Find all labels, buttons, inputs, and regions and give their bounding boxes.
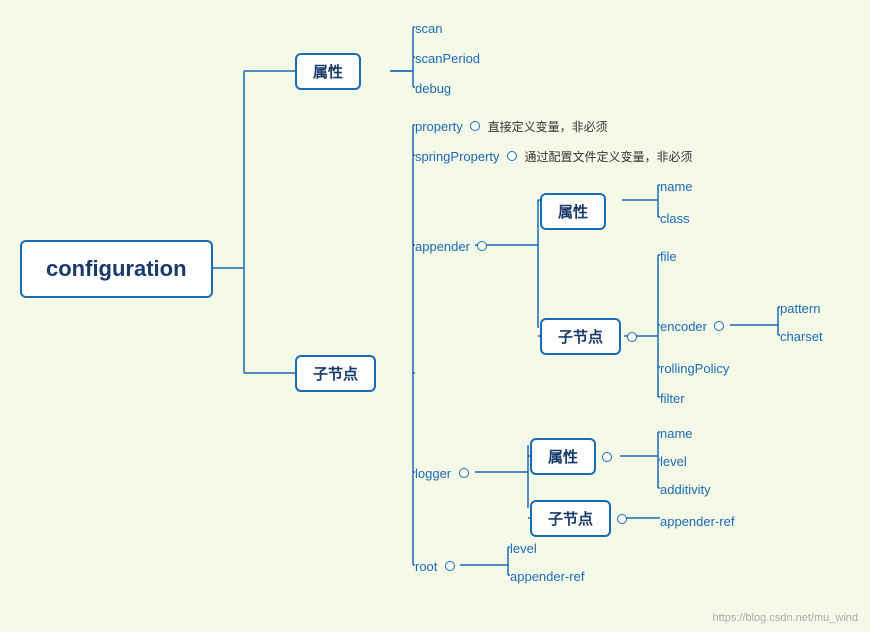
appender-name-node: name xyxy=(660,178,693,196)
scanperiod-node: scanPeriod xyxy=(415,50,480,68)
property-node: property 直接定义变量，非必须 xyxy=(415,118,608,136)
encoder-label: encoder xyxy=(660,319,707,334)
debug-label: debug xyxy=(415,81,451,96)
scan-label: scan xyxy=(415,21,442,36)
attributes-label: 属性 xyxy=(295,53,361,90)
logger-label: logger xyxy=(415,466,451,481)
charset-node: charset xyxy=(780,328,823,346)
watermark: https://blog.csdn.net/mu_wind xyxy=(712,612,858,624)
filter-node: filter xyxy=(660,390,685,408)
logger-additivity-node: additivity xyxy=(660,481,711,499)
logger-children-label: 子节点 xyxy=(530,500,611,537)
root-level-node: level xyxy=(510,540,537,558)
root-circle-icon xyxy=(445,561,455,571)
logger-attributes-box: 属性 xyxy=(530,438,615,475)
appender-children-circle-icon xyxy=(627,332,637,342)
scanperiod-label: scanPeriod xyxy=(415,51,480,66)
logger-attributes-label: 属性 xyxy=(530,438,596,475)
logger-appender-ref-label: appender-ref xyxy=(660,514,734,529)
rolling-policy-label: rollingPolicy xyxy=(660,361,729,376)
root-node: configuration xyxy=(20,240,213,298)
logger-node: logger xyxy=(415,465,472,483)
attributes-box: 属性 xyxy=(295,53,361,90)
logger-additivity-label: additivity xyxy=(660,482,711,497)
root-label: root xyxy=(415,559,437,574)
debug-node: debug xyxy=(415,80,451,98)
root-appender-ref-node: appender-ref xyxy=(510,568,584,586)
appender-name-label: name xyxy=(660,179,693,194)
children-label: 子节点 xyxy=(295,355,376,392)
property-circle-icon xyxy=(470,121,480,131)
spring-property-label: springProperty xyxy=(415,149,500,164)
file-node: file xyxy=(660,248,677,266)
spring-property-circle-icon xyxy=(507,151,517,161)
logger-level-label: level xyxy=(660,454,687,469)
appender-node: appender xyxy=(415,238,490,256)
filter-label: filter xyxy=(660,391,685,406)
logger-name-label: name xyxy=(660,426,693,441)
appender-label: appender xyxy=(415,239,470,254)
property-desc: 直接定义变量，非必须 xyxy=(488,120,608,134)
appender-attributes-label: 属性 xyxy=(540,193,606,230)
logger-circle-icon xyxy=(459,468,469,478)
appender-class-label: class xyxy=(660,211,690,226)
rolling-policy-node: rollingPolicy xyxy=(660,360,729,378)
logger-name-node: name xyxy=(660,425,693,443)
scan-node: scan xyxy=(415,20,442,38)
logger-level-node: level xyxy=(660,453,687,471)
pattern-label: pattern xyxy=(780,301,820,316)
logger-attr-circle-icon xyxy=(602,452,612,462)
spring-property-desc: 通过配置文件定义变量，非必须 xyxy=(524,150,692,164)
appender-class-node: class xyxy=(660,210,690,228)
appender-circle-icon xyxy=(477,241,487,251)
file-label: file xyxy=(660,249,677,264)
root-level-label: level xyxy=(510,541,537,556)
pattern-node: pattern xyxy=(780,300,820,318)
encoder-circle-icon xyxy=(714,321,724,331)
property-label: property xyxy=(415,119,463,134)
logger-appender-ref-node: appender-ref xyxy=(660,513,734,531)
appender-attributes-box: 属性 xyxy=(540,193,606,230)
appender-children-box: 子节点 xyxy=(540,318,640,355)
logger-children-circle-icon xyxy=(617,514,627,524)
encoder-node: encoder xyxy=(660,318,727,336)
spring-property-node: springProperty 通过配置文件定义变量，非必须 xyxy=(415,148,692,166)
configuration-label: configuration xyxy=(20,240,213,298)
children-box: 子节点 xyxy=(295,355,376,392)
appender-children-label: 子节点 xyxy=(540,318,621,355)
charset-label: charset xyxy=(780,329,823,344)
root-appender-ref-label: appender-ref xyxy=(510,569,584,584)
logger-children-box: 子节点 xyxy=(530,500,630,537)
root-node-elem: root xyxy=(415,558,458,576)
